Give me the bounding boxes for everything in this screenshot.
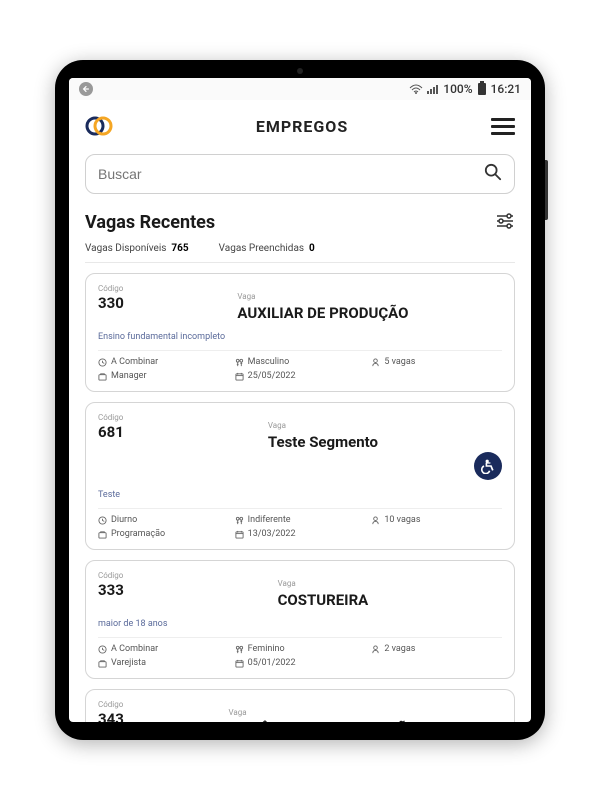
job-code: 333: [98, 581, 124, 599]
job-title: COSTUREIRA: [278, 591, 369, 609]
job-shift: A Combinar: [98, 644, 229, 654]
status-bar: 100% 16:21: [69, 78, 531, 100]
app-header: EMPREGOS: [69, 100, 531, 148]
job-vacancies: 10 vagas: [371, 515, 502, 525]
job-category: Varejista: [98, 658, 229, 668]
job-shift: A Combinar: [98, 357, 229, 367]
vaga-label: Vaga: [278, 579, 296, 588]
app-logo-icon[interactable]: [85, 112, 113, 140]
job-code: 343: [98, 710, 124, 722]
clock-time: 16:21: [491, 82, 521, 96]
stats-row: Vagas Disponíveis 765 Vagas Preenchidas …: [85, 237, 515, 263]
code-label: Código: [98, 700, 124, 709]
job-gender: Indiferente: [235, 515, 366, 525]
job-gender: Feminino: [235, 644, 366, 654]
vaga-label: Vaga: [229, 708, 247, 717]
available-label: Vagas Disponíveis: [85, 243, 166, 254]
battery-icon: [477, 81, 487, 98]
available-count: 765: [171, 243, 188, 254]
job-shift: Diurno: [98, 515, 229, 525]
job-category: Manager: [98, 371, 229, 381]
job-vacancies: 5 vagas: [371, 357, 502, 367]
job-date: 25/05/2022: [235, 371, 366, 381]
job-description: Teste: [98, 490, 502, 500]
job-title: Teste Segmento: [268, 433, 378, 451]
wifi-icon: [409, 84, 423, 94]
code-label: Código: [98, 571, 124, 580]
job-card[interactable]: Código 330 Vaga AUXILIAR DE PRODUÇÃO Ens…: [85, 273, 515, 392]
job-date: 05/01/2022: [235, 658, 366, 668]
vaga-label: Vaga: [237, 292, 255, 301]
accessibility-icon: [474, 452, 502, 480]
search-box[interactable]: [85, 154, 515, 194]
job-gender: Masculino: [235, 357, 366, 367]
job-card[interactable]: Código 681 Vaga Teste Segmento Teste Diu…: [85, 402, 515, 550]
filter-button[interactable]: [495, 213, 515, 233]
page-title: EMPREGOS: [256, 117, 348, 136]
job-title: MECÂNICO DE SUSPENSÃO: [229, 720, 418, 722]
code-label: Código: [98, 413, 124, 422]
job-card[interactable]: Código 343 Vaga MECÂNICO DE SUSPENSÃO: [85, 689, 515, 722]
vaga-label: Vaga: [268, 421, 286, 430]
job-description: maior de 18 anos: [98, 619, 502, 629]
job-code: 681: [98, 423, 124, 441]
filled-count: 0: [309, 243, 315, 254]
job-card[interactable]: Código 333 Vaga COSTUREIRA maior de 18 a…: [85, 560, 515, 679]
job-description: Ensino fundamental incompleto: [98, 332, 502, 342]
search-icon[interactable]: [484, 163, 502, 185]
search-input[interactable]: [98, 166, 484, 182]
signal-icon: [427, 84, 439, 94]
job-code: 330: [98, 294, 124, 312]
job-date: 13/03/2022: [235, 529, 366, 539]
code-label: Código: [98, 284, 124, 293]
job-vacancies: 2 vagas: [371, 644, 502, 654]
job-category: Programação: [98, 529, 229, 539]
section-title: Vagas Recentes: [85, 212, 215, 233]
battery-percent: 100%: [443, 82, 472, 96]
back-badge-icon[interactable]: [79, 82, 93, 96]
filled-label: Vagas Preenchidas: [219, 243, 304, 254]
menu-button[interactable]: [491, 118, 515, 135]
job-title: AUXILIAR DE PRODUÇÃO: [237, 304, 408, 322]
